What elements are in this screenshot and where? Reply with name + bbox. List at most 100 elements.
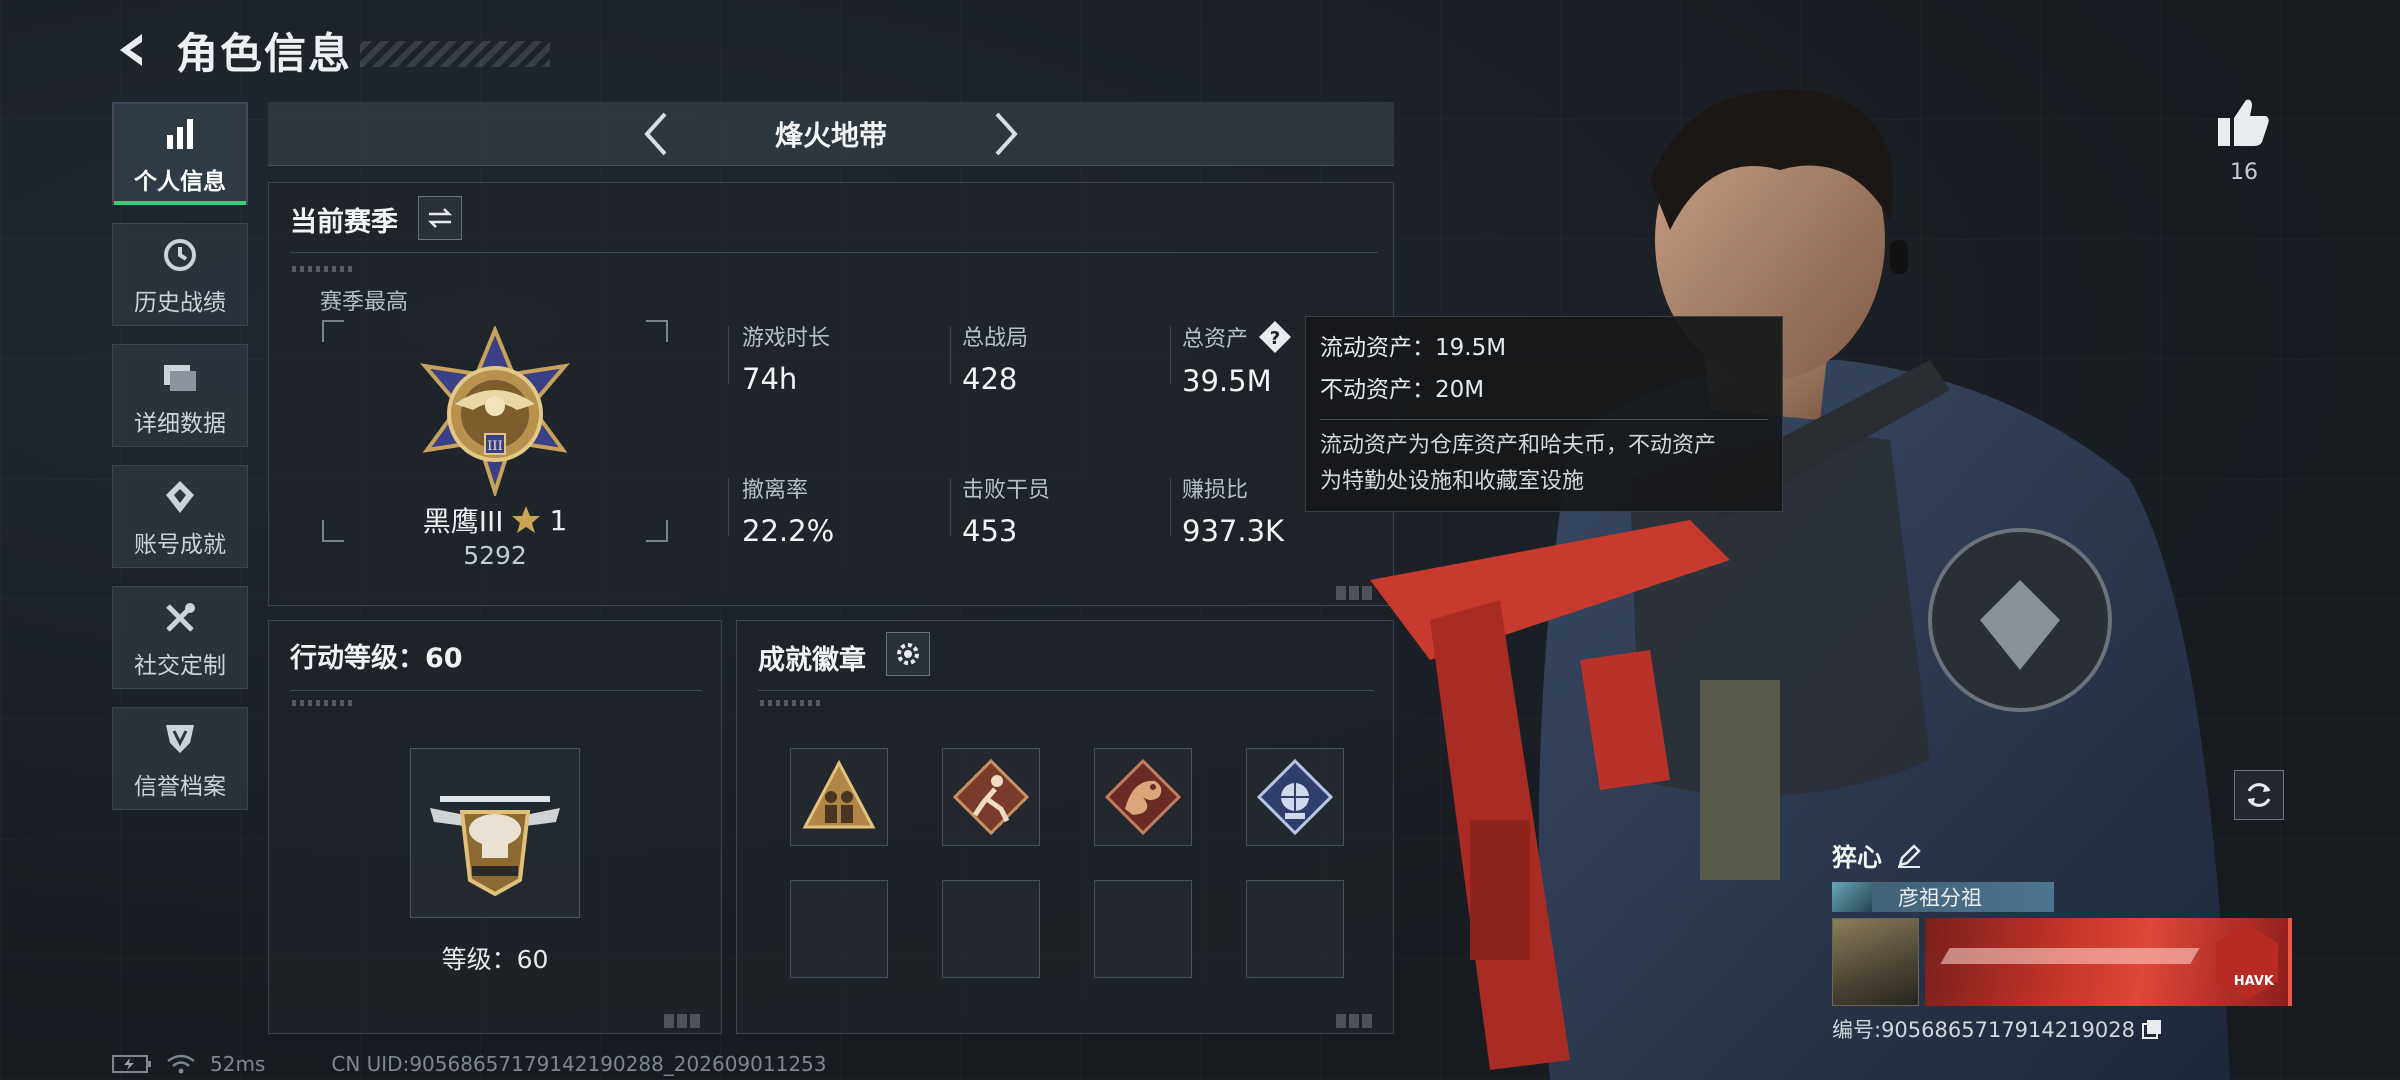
banner-stripe bbox=[1940, 948, 2200, 964]
player-card-row: HAVK bbox=[1832, 918, 2292, 1006]
ping: 52ms bbox=[210, 1052, 266, 1076]
banner-brand: HAVK bbox=[2233, 974, 2274, 989]
achievement-icon bbox=[158, 475, 202, 519]
sidebar-item-achievements[interactable]: 账号成就 bbox=[112, 465, 248, 568]
uid-text: CN UID:90568657179142190288_202609011253 bbox=[331, 1052, 827, 1076]
runner-badge-icon bbox=[952, 758, 1030, 836]
stat-label-row: 总资产 ? bbox=[1182, 320, 1292, 354]
sidebar-item-label: 详细数据 bbox=[134, 410, 226, 437]
like-count: 16 bbox=[2230, 160, 2258, 185]
switch-season-button[interactable] bbox=[418, 196, 462, 240]
sidebar-item-social[interactable]: 社交定制 bbox=[112, 586, 248, 689]
empty-badge-slot[interactable] bbox=[1094, 880, 1192, 978]
stat-separator bbox=[728, 326, 729, 384]
stat-separator bbox=[950, 326, 951, 384]
page-title: 角色信息 bbox=[176, 28, 353, 78]
badge-slot[interactable] bbox=[790, 748, 888, 846]
rank-title: 黑鹰III bbox=[422, 505, 504, 538]
stat-total-assets: 总资产 ? 39.5M bbox=[1182, 320, 1292, 398]
rotate-model-button[interactable] bbox=[2234, 770, 2284, 820]
status-footer: 52ms CN UID:90568657179142190288_2026090… bbox=[112, 1052, 827, 1076]
mode-title: 烽火地带 bbox=[774, 118, 887, 152]
empty-badge-slot[interactable] bbox=[942, 880, 1040, 978]
empty-badge-slot[interactable] bbox=[790, 880, 888, 978]
sidebar-item-personal-info[interactable]: 个人信息 bbox=[112, 102, 248, 205]
thumbs-up-icon[interactable] bbox=[2212, 96, 2276, 152]
badge-settings-button[interactable] bbox=[886, 632, 930, 676]
rank-stars: 1 bbox=[549, 503, 568, 537]
badge-slot[interactable] bbox=[1094, 748, 1192, 846]
copy-icon[interactable] bbox=[2141, 1018, 2163, 1040]
badge-slot[interactable] bbox=[942, 748, 1040, 846]
stat-total-matches: 总战局 428 bbox=[962, 320, 1028, 396]
stat-value: 428 bbox=[962, 362, 1018, 396]
folder-icon bbox=[158, 354, 202, 398]
edit-pencil-icon[interactable] bbox=[1896, 843, 1922, 869]
decor-ticks bbox=[292, 700, 352, 706]
prev-mode-button[interactable] bbox=[631, 104, 681, 164]
stat-profit-loss-ratio: 赚损比 937.3K bbox=[1182, 472, 1284, 548]
player-name: 猝心 bbox=[1832, 843, 1883, 872]
tooltip-description-line: 为特勤处设施和收藏室设施 bbox=[1320, 469, 1585, 494]
globe-badge-icon bbox=[1256, 758, 1334, 836]
back-arrow-icon[interactable] bbox=[110, 28, 154, 72]
gear-icon bbox=[897, 643, 919, 665]
stat-label: 赚损比 bbox=[1182, 478, 1249, 503]
empty-badge-slot[interactable] bbox=[1246, 880, 1344, 978]
sidebar: 个人信息 历史战绩 详细数据 账号成就 社交定制 信誉档案 bbox=[112, 102, 248, 828]
decor-ticks bbox=[292, 266, 352, 272]
action-level-title: 行动等级：60 bbox=[290, 643, 463, 674]
history-clock-icon bbox=[158, 233, 202, 277]
team-avatar bbox=[1832, 882, 1872, 912]
battery-icon bbox=[112, 1054, 152, 1074]
tooltip-fixed-assets: 不动资产：20M bbox=[1320, 377, 1485, 403]
divider bbox=[290, 690, 702, 691]
sidebar-item-reputation[interactable]: 信誉档案 bbox=[112, 707, 248, 810]
svg-text:III: III bbox=[487, 439, 502, 454]
stat-value: 22.2% bbox=[742, 514, 835, 548]
player-card: 猝心 彦祖分祖 HAVK 编号:9056865717914219028 bbox=[1832, 838, 2292, 1044]
sidebar-item-label: 个人信息 bbox=[134, 168, 226, 195]
stat-label: 游戏时长 bbox=[742, 326, 831, 351]
next-mode-button[interactable] bbox=[981, 104, 1031, 164]
stat-play-time: 游戏时长 74h bbox=[742, 320, 830, 396]
achievements-title: 成就徽章 bbox=[758, 645, 866, 676]
sidebar-item-history[interactable]: 历史战绩 bbox=[112, 223, 248, 326]
stat-separator bbox=[1170, 326, 1171, 384]
title-decoration bbox=[360, 41, 551, 67]
corner-decoration bbox=[1336, 1014, 1372, 1028]
divider bbox=[290, 252, 1378, 253]
level-emblem bbox=[410, 748, 580, 918]
header: 角色信息 bbox=[110, 22, 551, 78]
rank-name: 黑鹰III 1 bbox=[380, 500, 610, 540]
stat-label: 击败干员 bbox=[962, 478, 1051, 503]
season-best-label: 赛季最高 bbox=[320, 290, 409, 315]
triangle-soldiers-badge-icon bbox=[802, 759, 876, 829]
sidebar-item-label: 信誉档案 bbox=[134, 773, 226, 800]
player-avatar[interactable] bbox=[1832, 918, 1920, 1006]
sidebar-item-label: 历史战绩 bbox=[134, 289, 226, 316]
team-tag[interactable]: 彦祖分祖 bbox=[1832, 882, 2054, 912]
tooltip-liquid-assets: 流动资产：19.5M bbox=[1320, 335, 1507, 361]
player-id-row: 编号:9056865717914219028 bbox=[1832, 1014, 2292, 1044]
player-banner[interactable]: HAVK bbox=[1925, 918, 2292, 1006]
tooltip-divider bbox=[1320, 419, 1768, 420]
rank-score: 5292 bbox=[463, 541, 527, 570]
player-id: 编号:9056865717914219028 bbox=[1832, 1018, 2135, 1042]
decor-ticks bbox=[760, 700, 820, 706]
stat-value: 453 bbox=[962, 514, 1018, 548]
corner-decoration bbox=[1336, 586, 1372, 600]
tools-icon bbox=[158, 596, 202, 640]
sidebar-item-label: 社交定制 bbox=[134, 652, 226, 679]
mode-selector: 烽火地带 bbox=[268, 102, 1394, 166]
stat-operators-defeated: 击败干员 453 bbox=[962, 472, 1050, 548]
wifi-icon bbox=[166, 1053, 196, 1075]
stat-extraction-rate: 撤离率 22.2% bbox=[742, 472, 834, 548]
sidebar-item-detailed-data[interactable]: 详细数据 bbox=[112, 344, 248, 447]
stat-label: 总资产 bbox=[1182, 327, 1249, 352]
badge-slot[interactable] bbox=[1246, 748, 1344, 846]
divider bbox=[758, 690, 1374, 691]
stat-value: 39.5M bbox=[1182, 364, 1272, 398]
help-icon[interactable]: ? bbox=[1258, 320, 1292, 354]
asset-tooltip: 流动资产：19.5M 不动资产：20M 流动资产为仓库资产和哈夫币，不动资产 为… bbox=[1305, 316, 1783, 512]
